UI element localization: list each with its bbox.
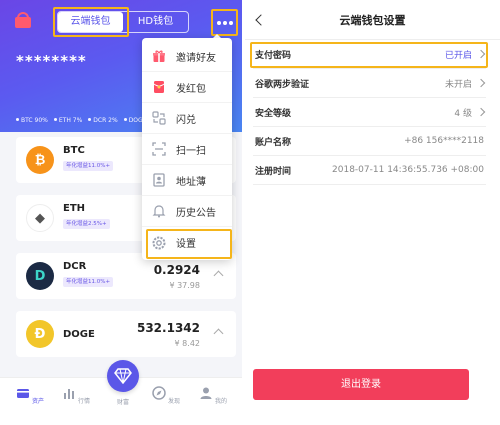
wealth-button[interactable] — [107, 360, 139, 392]
menu-item-scan[interactable]: 扫一扫 — [142, 134, 232, 165]
yield-badge: 年化增益11.0%+ — [63, 161, 114, 171]
menu-label: 发红包 — [176, 83, 206, 95]
coin-card-doge[interactable]: Ð DOGE 532.1342 ¥ 8.42 — [16, 311, 236, 357]
menu-label: 邀请好友 — [176, 52, 216, 64]
chevron-up-icon[interactable] — [213, 270, 224, 281]
wallet-icon — [17, 389, 30, 398]
tab-label: 发现 — [167, 398, 180, 405]
tab-discover[interactable]: 发现 — [146, 386, 186, 405]
more-menu: 邀请好友 发红包 闪兑 扫一扫 地址薄 历史公告 设置 — [142, 38, 232, 260]
menu-item-swap[interactable]: 闪兑 — [142, 103, 232, 134]
coin-fiat-value: ¥ 37.98 — [169, 281, 200, 290]
tab-mine[interactable]: 我的 — [193, 386, 233, 405]
scan-icon — [152, 142, 166, 156]
coin-fiat-value: ¥ 8.42 — [174, 339, 200, 348]
btc-logo-icon: ₿ — [26, 146, 54, 174]
setting-account-name: 账户名称 +86 156****2118 — [253, 127, 486, 156]
setting-label: 账户名称 — [255, 137, 292, 148]
wallet-settings-screen: 云端钱包设置 支付密码 已开启 谷歌两步验证 未开启 安全等级 4 级 账户名称… — [245, 0, 500, 425]
gift-icon — [153, 50, 165, 62]
logout-button[interactable]: 退出登录 — [253, 369, 469, 400]
allocation-item: ETH 7% — [53, 117, 82, 124]
tab-label: 资产 — [31, 398, 44, 405]
gift-icon[interactable] — [14, 12, 32, 28]
setting-value: +86 156****2118 — [404, 136, 484, 146]
compass-icon — [152, 386, 166, 400]
wallet-screen: 云端钱包 HD钱包 ******** BTC 90% ETH 7% DCR 2%… — [0, 0, 242, 425]
coin-name: BTC — [63, 145, 85, 156]
coin-name: DCR — [63, 261, 87, 272]
menu-item-address-book[interactable]: 地址薄 — [142, 165, 232, 196]
setting-value: 2018-07-11 14:36:55.736 +08:00 — [332, 165, 484, 175]
doge-logo-icon: Ð — [26, 320, 54, 348]
setting-google-2fa[interactable]: 谷歌两步验证 未开启 — [253, 69, 486, 98]
exchange-icon — [152, 111, 166, 125]
chevron-up-icon[interactable] — [213, 328, 224, 339]
allocation-item: DCR 2% — [88, 117, 118, 124]
setting-registration-time: 注册时间 2018-07-11 14:36:55.736 +08:00 — [253, 156, 486, 185]
tab-label: 行情 — [77, 398, 90, 405]
setting-security-level[interactable]: 安全等级 4 级 — [253, 98, 486, 127]
hidden-balance: ******** — [16, 52, 87, 70]
eth-logo-icon: ◆ — [26, 204, 54, 232]
chevron-right-icon — [476, 78, 486, 88]
red-envelope-icon — [153, 81, 165, 93]
menu-label: 扫一扫 — [176, 145, 206, 157]
coin-name: DOGE — [63, 329, 95, 340]
setting-label: 注册时间 — [255, 166, 292, 177]
tab-hd-wallet[interactable]: HD钱包 — [123, 12, 188, 32]
nav-bar: 云端钱包设置 — [245, 0, 500, 40]
tab-market[interactable]: 行情 — [56, 386, 96, 405]
diamond-icon — [114, 368, 132, 384]
coin-amount: 532.1342 — [136, 321, 200, 335]
menu-label: 闪兑 — [176, 114, 196, 126]
menu-label: 历史公告 — [176, 207, 216, 219]
page-title: 云端钱包设置 — [339, 14, 406, 27]
tab-wealth-label: 财富 — [116, 399, 129, 406]
profile-icon — [200, 387, 212, 399]
menu-item-announcements[interactable]: 历史公告 — [142, 196, 232, 227]
tab-assets[interactable]: 资产 — [10, 386, 50, 405]
setting-value: 未开启 — [445, 77, 486, 90]
menu-item-invite[interactable]: 邀请好友 — [142, 41, 232, 72]
coin-amount: 0.2924 — [153, 263, 200, 277]
dcr-logo-icon: D — [26, 262, 54, 290]
allocation-item: BTC 90% — [16, 117, 48, 124]
bell-icon — [152, 205, 166, 218]
yield-badge: 年化增益11.0%+ — [63, 277, 114, 287]
highlight-box — [250, 42, 488, 68]
menu-item-red-envelope[interactable]: 发红包 — [142, 72, 232, 103]
address-book-icon — [153, 173, 165, 187]
allocation-legend: BTC 90% ETH 7% DCR 2% DOGE 1% — [16, 117, 158, 124]
menu-label: 地址薄 — [176, 176, 206, 188]
highlight-box — [211, 9, 238, 36]
setting-label: 安全等级 — [255, 108, 292, 119]
highlight-box — [146, 229, 232, 259]
chevron-right-icon — [476, 107, 486, 117]
setting-label: 谷歌两步验证 — [255, 79, 310, 90]
coin-name: ETH — [63, 203, 86, 214]
chart-icon — [64, 389, 75, 399]
yield-badge: 年化增益2.5%+ — [63, 219, 110, 229]
tab-label: 我的 — [214, 398, 227, 405]
setting-value: 4 级 — [454, 106, 486, 119]
highlight-box — [53, 7, 129, 37]
